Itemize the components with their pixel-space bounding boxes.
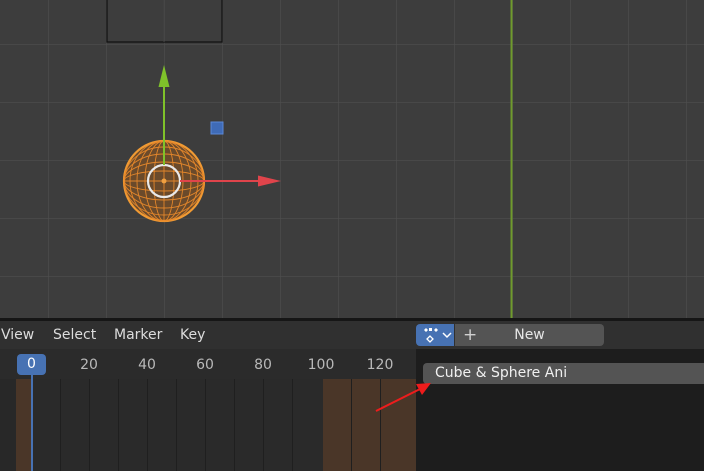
keyframe-channels[interactable] xyxy=(0,379,416,471)
playhead-line[interactable] xyxy=(31,371,33,471)
action-name-field[interactable]: Cube & Sphere Ani xyxy=(423,363,704,384)
new-action-label: New xyxy=(514,327,545,343)
annotation-arrow-icon xyxy=(375,383,431,412)
frame-range-region xyxy=(32,379,323,471)
browse-action-dropdown[interactable] xyxy=(416,324,454,346)
object-origin xyxy=(161,178,167,184)
frame-label: 20 xyxy=(80,357,98,373)
frame-label: 100 xyxy=(307,357,335,373)
dopesheet-timeline[interactable]: 20 40 60 80 100 120 0 xyxy=(0,349,416,471)
new-action-button[interactable]: + New xyxy=(455,324,604,346)
gizmo-plane-handle[interactable] xyxy=(210,121,224,135)
3d-viewport[interactable] xyxy=(0,0,704,318)
menu-key[interactable]: Key xyxy=(180,321,205,349)
frame-label: 80 xyxy=(254,357,272,373)
frame-label: 120 xyxy=(366,357,394,373)
frame-label: 40 xyxy=(138,357,156,373)
frame-label: 60 xyxy=(196,357,214,373)
chevron-down-icon xyxy=(442,332,452,339)
menu-view[interactable]: View xyxy=(1,321,34,349)
frame-ruler[interactable]: 20 40 60 80 100 120 0 xyxy=(0,349,416,379)
menu-select[interactable]: Select xyxy=(53,321,96,349)
menu-marker[interactable]: Marker xyxy=(114,321,162,349)
out-of-range-region xyxy=(16,379,32,471)
